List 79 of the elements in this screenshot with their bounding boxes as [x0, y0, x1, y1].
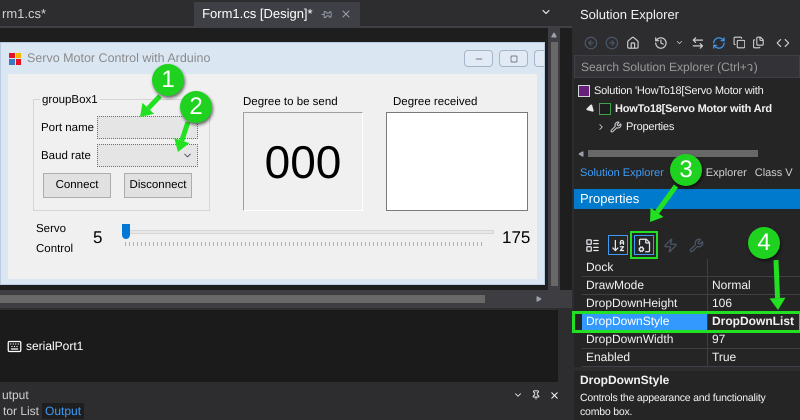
close-icon[interactable] [549, 390, 560, 400]
wrench-icon [688, 238, 704, 252]
explorer-tab[interactable]: Class V [754, 164, 793, 182]
editor-tab[interactable]: rm1.cs* [0, 2, 54, 26]
property-name: DropDownStyle [582, 313, 708, 331]
list-icon [584, 238, 600, 252]
description-text: Controls the appearance and functionality [580, 391, 766, 405]
project-icon [599, 103, 611, 115]
property-row[interactable]: DropDownStyle DropDownList [574, 313, 800, 331]
panel-title: utput [1, 388, 29, 402]
property-value: True [708, 349, 800, 367]
sync-icon[interactable] [691, 36, 705, 50]
horizontal-scrollbar[interactable] [0, 290, 572, 308]
property-row[interactable]: Enabled True [574, 349, 800, 367]
property-name: DropDownHeight [582, 295, 708, 313]
lightning-icon [662, 238, 678, 252]
form-button[interactable]: Disconnect [124, 173, 192, 198]
max-value: 175 [502, 227, 530, 249]
explorer-tab[interactable]: Explorer [706, 164, 747, 182]
maximize-button[interactable] [499, 50, 528, 67]
collapse-icon[interactable] [732, 36, 746, 49]
received-textbox[interactable] [386, 112, 528, 211]
pointer-arrow [650, 184, 678, 222]
property-name: DropDownWidth [582, 331, 708, 349]
form-button[interactable]: Connect [43, 173, 111, 198]
pin-icon[interactable] [531, 390, 541, 400]
tree-item[interactable]: Properties [626, 118, 674, 136]
solution-icon [578, 85, 590, 97]
app-icon [9, 52, 21, 64]
component-name[interactable]: serialPort1 [26, 337, 84, 355]
property-name: Enabled [582, 349, 708, 367]
field-label: Baud rate [41, 149, 91, 164]
combo-box[interactable] [97, 144, 198, 167]
min-value: 5 [93, 227, 102, 249]
sort-az-button[interactable] [608, 235, 628, 255]
home-icon[interactable] [626, 36, 640, 50]
description-text: combo box. [580, 405, 632, 419]
property-value: Normal [708, 277, 800, 295]
servo-label: Control [36, 242, 74, 257]
property-row[interactable]: DrawMode Normal [574, 277, 800, 295]
received-label: Degree received [393, 95, 478, 110]
property-row[interactable]: DropDownWidth 97 [574, 331, 800, 349]
pointer-arrow [174, 121, 190, 152]
property-value: DropDownList [708, 313, 800, 331]
property-name: DrawMode [582, 277, 708, 295]
servo-label: Servo [36, 222, 66, 237]
description-title: DropDownStyle [580, 373, 670, 388]
property-value: 97 [708, 331, 800, 349]
scroll-right-icon[interactable] [536, 296, 542, 302]
combo-box[interactable] [97, 116, 198, 139]
property-name: Dock [582, 259, 708, 277]
pointer-arrow [140, 94, 162, 117]
slider-thumb[interactable] [122, 224, 130, 239]
keyboard-icon [7, 338, 22, 354]
tree-item[interactable]: Solution 'HowTo18[Servo Motor with [594, 82, 764, 100]
explorer-tab[interactable]: Solution Explorer [580, 164, 664, 182]
panel-tab[interactable]: tor List [0, 403, 42, 419]
maximize-icon [510, 54, 518, 62]
scroll-up-icon[interactable] [551, 32, 557, 38]
panel-title: Solution Explorer [580, 6, 679, 24]
panel-title: Properties [580, 190, 640, 208]
history-icon[interactable] [654, 36, 668, 50]
scroll-left-icon[interactable] [578, 150, 584, 156]
servo-slider[interactable] [122, 224, 494, 248]
refresh-icon[interactable] [712, 36, 726, 50]
pages-icon[interactable] [752, 36, 766, 49]
vertical-scrollbar[interactable] [548, 28, 560, 290]
degree-value: 000 [264, 138, 342, 184]
search-field[interactable]: Search Solution Explorer (Ctrl+ว) [574, 55, 800, 78]
property-row[interactable]: Dock [574, 259, 800, 277]
properties-page-icon [636, 238, 652, 252]
pointer-arrow [770, 260, 786, 310]
field-label: Port name [41, 121, 94, 136]
tree-item[interactable]: HowTo18[Servo Motor with Ard [615, 100, 772, 118]
caret-icon[interactable] [675, 38, 684, 47]
send-label: Degree to be send [243, 95, 338, 110]
sort-az-icon [610, 238, 626, 252]
panel-tab[interactable]: Output [42, 403, 84, 419]
wrench-icon [610, 121, 622, 133]
